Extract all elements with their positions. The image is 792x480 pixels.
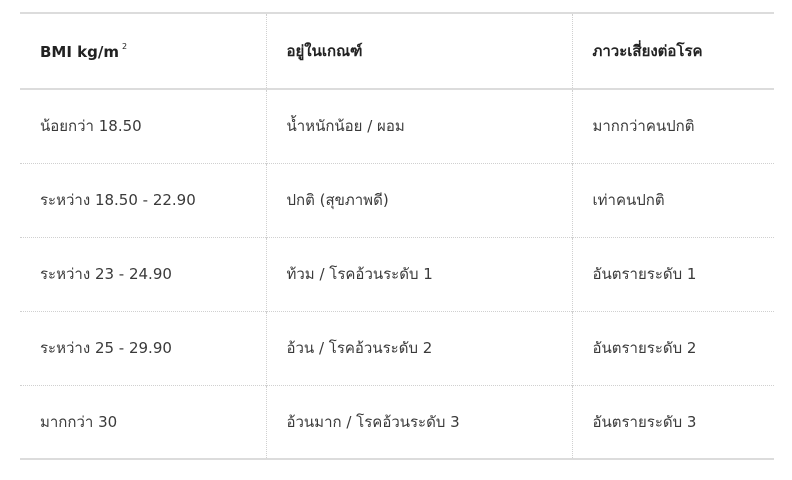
cell-risk: อันตรายระดับ 3 — [571, 385, 774, 459]
cell-bmi: ระหว่าง 25 - 29.90 — [40, 339, 172, 357]
cell-bmi: น้อยกว่า 18.50 — [40, 117, 142, 136]
cell-category: ท้วม / โรคอ้วนระดับ 1 — [265, 237, 572, 311]
bmi-table: BMI kg/m 2 อยู่ในเกณฑ์ ภาวะเสี่ยงต่อโรค น… — [20, 12, 774, 460]
cell-bmi: ระหว่าง 23 - 24.90 — [40, 265, 172, 283]
table-row: ระหว่าง 18.50 - 22.90 ปกติ (สุขภาพดี) เท… — [20, 163, 774, 237]
cell-bmi: ระหว่าง 18.50 - 22.90 — [40, 191, 196, 209]
cell-risk: อันตรายระดับ 2 — [571, 311, 774, 385]
cell-category: อ้วนมาก / โรคอ้วนระดับ 3 — [265, 385, 572, 459]
header-bmi-superscript: 2 — [121, 41, 128, 51]
cell-risk: เท่าคนปกติ — [571, 163, 774, 237]
cell-category: ปกติ (สุขภาพดี) — [265, 163, 572, 237]
table-row: มากกว่า 30 อ้วนมาก / โรคอ้วนระดับ 3 อันต… — [20, 385, 774, 459]
cell-risk: มากกว่าคนปกติ — [571, 89, 774, 163]
cell-bmi: มากกว่า 30 — [40, 412, 118, 431]
table-row: ระหว่าง 23 - 24.90 ท้วม / โรคอ้วนระดับ 1… — [20, 237, 774, 311]
bmi-table-container: BMI kg/m 2 อยู่ในเกณฑ์ ภาวะเสี่ยงต่อโรค น… — [20, 12, 774, 460]
table-body: น้อยกว่า 18.50 น้ำหนักน้อย / ผอม มากกว่า… — [20, 89, 774, 459]
table-row: น้อยกว่า 18.50 น้ำหนักน้อย / ผอม มากกว่า… — [20, 89, 774, 163]
header-risk: ภาวะเสี่ยงต่อโรค — [571, 13, 774, 89]
cell-category: อ้วน / โรคอ้วนระดับ 2 — [265, 311, 572, 385]
table-header: BMI kg/m 2 อยู่ในเกณฑ์ ภาวะเสี่ยงต่อโรค — [20, 13, 774, 89]
table-row: ระหว่าง 25 - 29.90 อ้วน / โรคอ้วนระดับ 2… — [20, 311, 774, 385]
cell-risk: อันตรายระดับ 1 — [571, 237, 774, 311]
cell-category: น้ำหนักน้อย / ผอม — [265, 89, 572, 163]
header-category: อยู่ในเกณฑ์ — [265, 13, 572, 89]
header-row: BMI kg/m 2 อยู่ในเกณฑ์ ภาวะเสี่ยงต่อโรค — [20, 13, 774, 89]
header-bmi-label: BMI kg/m — [40, 42, 119, 61]
header-bmi: BMI kg/m 2 — [20, 13, 266, 89]
